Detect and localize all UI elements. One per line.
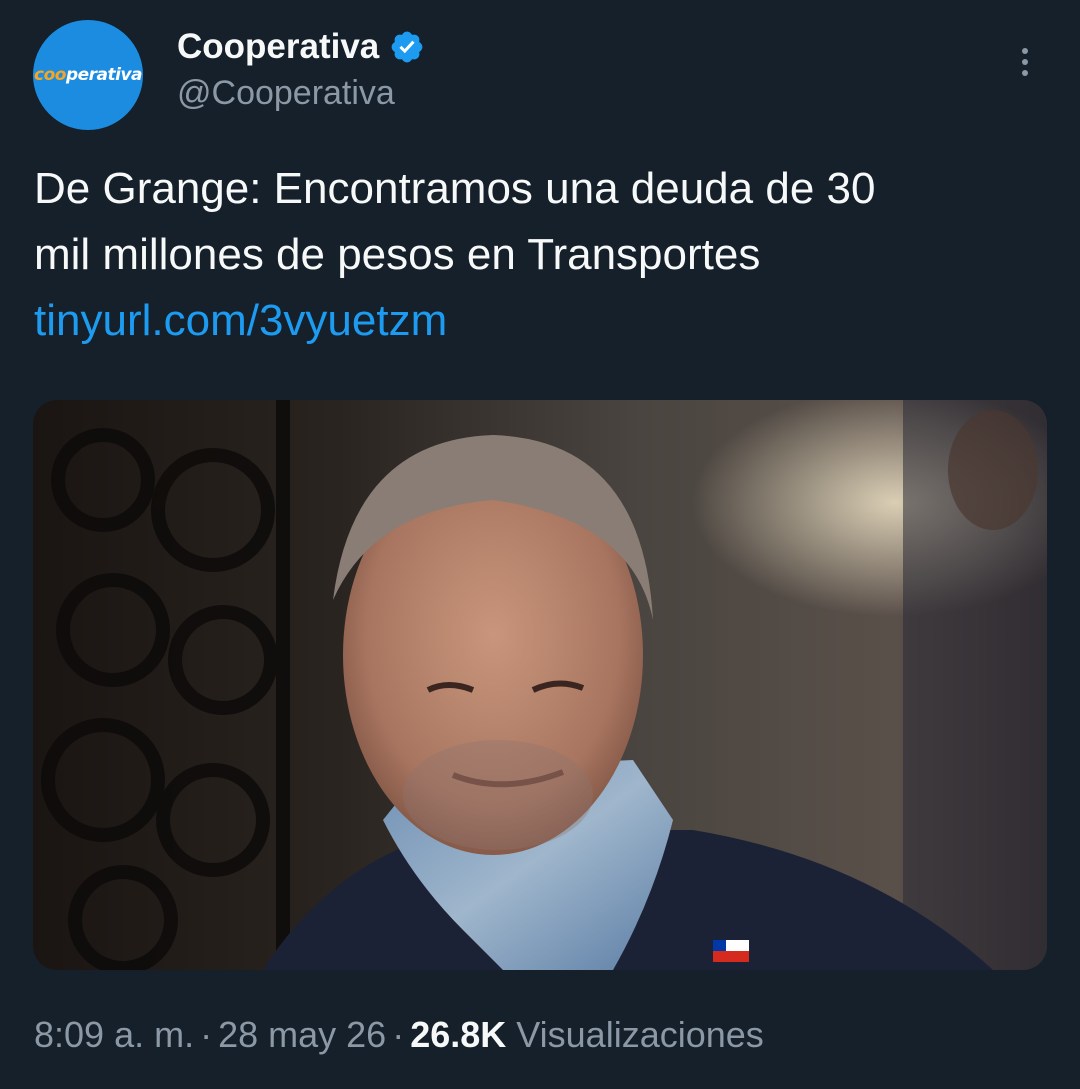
tweet: cooperativa Cooperativa @Cooperativa De … [0,0,1080,1089]
more-vertical-icon[interactable] [1003,40,1047,84]
tweet-image[interactable] [33,400,1047,970]
tweet-header: Cooperativa @Cooperativa [177,24,425,113]
separator: · [200,1014,213,1055]
tweet-date[interactable]: 28 may 26 [218,1014,386,1055]
views-label: Visualizaciones [516,1014,764,1055]
dot [1022,48,1028,54]
tweet-link[interactable]: tinyurl.com/3vyuetzm [34,288,1044,354]
handle[interactable]: @Cooperativa [177,74,425,113]
tweet-text-line: mil millones de pesos en Transportes [34,230,761,279]
separator: · [392,1014,405,1055]
dot [1022,59,1028,65]
display-name[interactable]: Cooperativa [177,27,379,67]
tweet-time[interactable]: 8:09 a. m. [34,1014,194,1055]
cooperativa-logo: cooperativa [34,65,143,85]
tweet-text-line: De Grange: Encontramos una deuda de 30 [34,164,876,213]
avatar[interactable]: cooperativa [33,20,143,130]
views-count: 26.8K [410,1014,507,1055]
tweet-meta: 8:09 a. m. · 28 may 26 · 26.8K Visualizacion… [34,1010,764,1060]
verified-badge-icon[interactable] [389,29,425,65]
dot [1022,70,1028,76]
news-photo [33,400,1047,970]
tweet-text: De Grange: Encontramos una deuda de 30 m… [34,156,1044,354]
name-row: Cooperativa [177,24,425,70]
